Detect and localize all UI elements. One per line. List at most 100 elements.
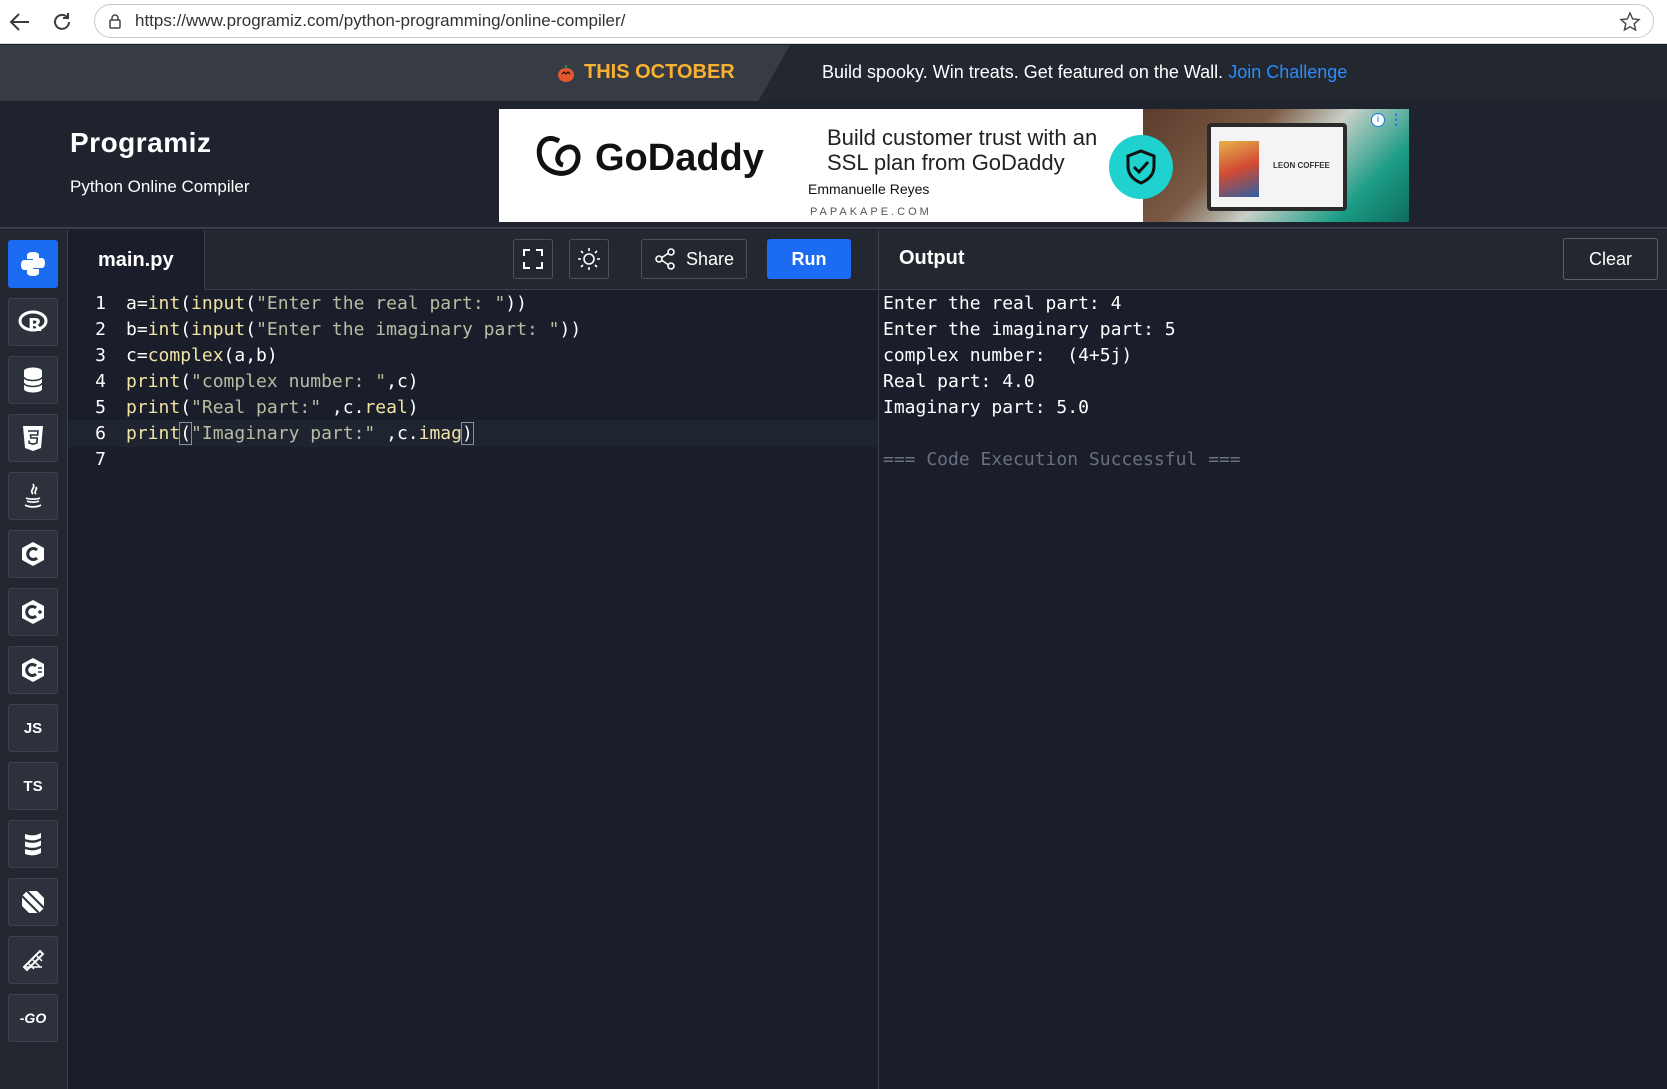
output-line: complex number: (4+5j)	[883, 345, 1133, 366]
fullscreen-button[interactable]	[513, 239, 553, 279]
bookmark-star-icon[interactable]	[1619, 11, 1641, 33]
code-text[interactable]: b=int(input("Enter the imaginary part: "…	[126, 316, 581, 343]
code-token: input	[191, 293, 246, 314]
code-token: a=	[126, 293, 148, 314]
c-icon	[22, 542, 44, 566]
clear-button[interactable]: Clear	[1563, 238, 1658, 280]
code-token: ,c.	[321, 397, 365, 418]
code-token: complex	[147, 345, 224, 366]
output-toolbar: Output Clear	[878, 230, 1667, 290]
code-line[interactable]: 5 print("Real part:" ,c.real)	[68, 394, 878, 421]
programiz-logo[interactable]: Programiz	[70, 127, 211, 159]
output-line: Enter the real part: 4	[883, 293, 1122, 314]
python-icon	[21, 252, 45, 276]
fullscreen-icon	[523, 249, 543, 269]
scala-icon	[25, 833, 41, 856]
ad-shield	[1109, 135, 1173, 199]
output-title: Output	[899, 247, 965, 269]
svg-text:R: R	[28, 315, 42, 335]
code-token: ,c.	[375, 423, 419, 444]
arrow-left-icon	[9, 13, 29, 31]
url-text[interactable]: https://www.programiz.com/python-program…	[135, 11, 625, 31]
share-button[interactable]: Share	[641, 239, 747, 279]
promo-message: Build spooky. Win treats. Get featured o…	[822, 62, 1224, 82]
javascript-icon: JS	[23, 719, 43, 737]
code-token: ))	[559, 319, 582, 340]
code-token: ))	[505, 293, 528, 314]
dart-icon	[21, 890, 45, 914]
share-icon	[655, 248, 675, 270]
back-button[interactable]	[0, 2, 40, 42]
lang-typescript[interactable]: TS	[8, 762, 58, 810]
code-line[interactable]: 2 b=int(input("Enter the imaginary part: …	[68, 316, 878, 343]
lang-javascript[interactable]: JS	[8, 704, 58, 752]
line-number: 7	[95, 449, 106, 470]
go-icon: -GO	[19, 1010, 47, 1026]
run-button[interactable]: Run	[767, 239, 851, 279]
code-line[interactable]: 6 print("Imaginary part:" ,c.imag)	[68, 420, 878, 447]
output-line: Imaginary part: 5.0	[883, 397, 1089, 418]
code-token: print	[126, 423, 181, 444]
code-token: "complex number: "	[191, 371, 387, 392]
ad-info-icon[interactable]: i	[1371, 113, 1385, 127]
code-editor[interactable]: 1 a=int(input("Enter the real part: ")) 2 b…	[68, 290, 878, 1089]
lang-rust[interactable]	[8, 936, 58, 984]
share-label: Share	[685, 248, 735, 269]
code-line[interactable]: 3 c=complex(a,b)	[68, 342, 878, 369]
csharp-icon	[22, 658, 44, 682]
lang-go[interactable]: -GO	[8, 994, 58, 1042]
tab-main-py[interactable]: main.py	[68, 230, 205, 290]
code-token: imag	[418, 423, 462, 444]
code-text[interactable]: print("complex number: ",c)	[126, 368, 419, 395]
lang-java[interactable]	[8, 472, 58, 520]
code-token: "Real part:"	[191, 397, 322, 418]
code-token: print	[126, 397, 181, 418]
ad-person: Emmanuelle Reyes	[808, 181, 930, 197]
lang-c[interactable]	[8, 530, 58, 578]
ad-headline: Build customer trust with an SSL plan fr…	[827, 125, 1098, 175]
code-token: )	[407, 397, 419, 418]
lang-sql[interactable]	[8, 356, 58, 404]
reload-button[interactable]	[42, 2, 82, 42]
code-token: (	[245, 319, 257, 340]
ad-laptop: LEON COFFEE	[1207, 123, 1347, 211]
code-line[interactable]: 7	[68, 446, 878, 473]
pumpkin-icon	[558, 64, 574, 82]
theme-toggle-button[interactable]	[569, 239, 609, 279]
code-text[interactable]: a=int(input("Enter the real part: "))	[126, 290, 527, 317]
code-token: b=	[126, 319, 148, 340]
lang-html[interactable]	[8, 414, 58, 462]
code-token: (	[180, 371, 192, 392]
lang-scala[interactable]	[8, 820, 58, 868]
lang-python[interactable]	[8, 240, 58, 288]
lang-cpp[interactable]	[8, 588, 58, 636]
address-bar[interactable]: https://www.programiz.com/python-program…	[94, 4, 1654, 38]
code-text[interactable]: print("Real part:" ,c.real)	[126, 394, 419, 421]
output-line: Real part: 4.0	[883, 371, 1035, 392]
lang-dart[interactable]	[8, 878, 58, 926]
reload-icon	[54, 13, 70, 30]
code-token: (	[245, 293, 257, 314]
join-challenge-link[interactable]: Join Challenge	[1228, 62, 1347, 82]
ad-menu-icon[interactable]: ⋮	[1389, 111, 1403, 128]
rust-icon	[22, 949, 45, 972]
site-info-icon[interactable]	[107, 13, 123, 29]
ad-banner[interactable]: GoDaddy Build customer trust with an SSL…	[499, 109, 1409, 222]
sql-icon	[23, 367, 43, 393]
code-text[interactable]: c=complex(a,b)	[126, 342, 278, 369]
lang-r[interactable]: R	[8, 298, 58, 346]
code-token: ,c)	[386, 371, 419, 392]
code-line[interactable]: 4 print("complex number: ",c)	[68, 368, 878, 395]
code-token: int	[147, 319, 181, 340]
code-line[interactable]: 1 a=int(input("Enter the real part: "))	[68, 290, 878, 317]
output-line: Enter the imaginary part: 5	[883, 319, 1176, 340]
code-token: (	[179, 422, 193, 445]
code-token: print	[126, 371, 181, 392]
code-token: "Enter the real part: "	[256, 293, 506, 314]
output-console[interactable]: Enter the real part: 4 Enter the imaginar…	[878, 290, 1667, 1089]
code-token: "Enter the imaginary part: "	[256, 319, 560, 340]
ad-laptop-artwork	[1219, 141, 1259, 197]
code-token: (	[180, 293, 192, 314]
lang-csharp[interactable]	[8, 646, 58, 694]
code-text[interactable]: print("Imaginary part:" ,c.imag)	[126, 420, 474, 447]
